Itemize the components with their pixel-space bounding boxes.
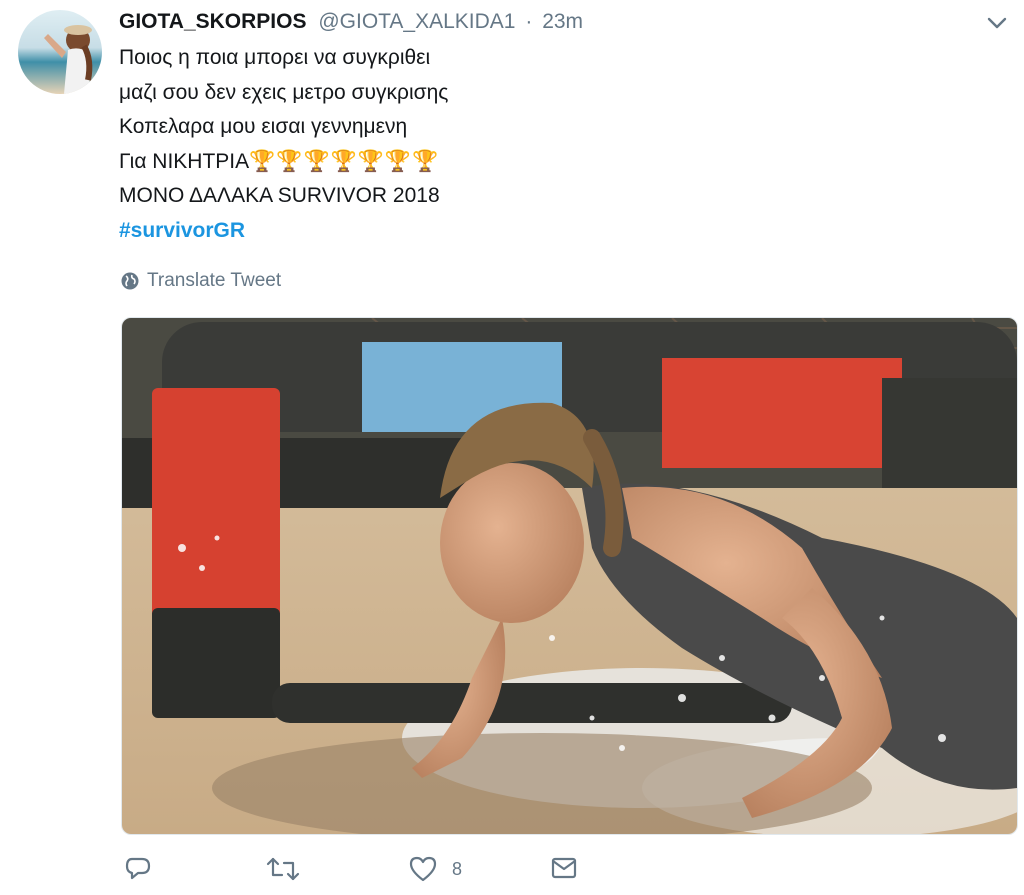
globe-icon bbox=[121, 272, 139, 290]
hashtag-link[interactable]: #survivorGR bbox=[119, 219, 245, 242]
author-name[interactable]: GIOTA_SKORPIOS bbox=[119, 10, 306, 33]
translate-tweet-button[interactable]: Translate Tweet bbox=[121, 270, 281, 292]
tweet-header: GIOTA_SKORPIOS @GIOTA_XALKIDA1 · 23m bbox=[119, 9, 964, 35]
tweet-line: μαζι σου δεν εχεις μετρο συγκρισης bbox=[119, 80, 449, 104]
reply-icon bbox=[125, 857, 151, 880]
tweet-line: Για ΝΙΚΗΤΡΙΑ bbox=[119, 149, 250, 173]
author-handle[interactable]: @GIOTA_XALKIDA1 bbox=[318, 10, 515, 33]
tweet-text: Ποιος η ποια μπορει να συγκριθει μαζι σο… bbox=[119, 41, 448, 248]
envelope-icon bbox=[551, 857, 577, 879]
direct-message-button[interactable] bbox=[550, 855, 578, 881]
reply-button[interactable] bbox=[124, 855, 152, 883]
separator: · bbox=[525, 10, 533, 33]
retweet-icon bbox=[266, 857, 300, 881]
tweet-line: Ποιος η ποια μπορει να συγκριθει bbox=[119, 46, 431, 69]
avatar[interactable] bbox=[18, 10, 102, 94]
like-button[interactable]: 8 bbox=[408, 855, 462, 883]
translate-label: Translate Tweet bbox=[147, 270, 282, 291]
trophy-emojis: 🏆🏆🏆🏆🏆🏆🏆 bbox=[249, 149, 440, 173]
tweet-line: Κοπελαρα μου εισαι γεννημενη bbox=[119, 115, 408, 138]
timestamp[interactable]: 23m bbox=[542, 10, 583, 33]
tweet-line: ΜΟΝΟ ΔΑΛΑΚΑ SURVIVOR 2018 bbox=[119, 184, 440, 207]
heart-icon bbox=[409, 856, 437, 882]
tweet-photo[interactable] bbox=[121, 317, 1018, 835]
like-count: 8 bbox=[452, 858, 463, 879]
chevron-down-icon[interactable] bbox=[984, 10, 1010, 36]
retweet-button[interactable] bbox=[266, 855, 300, 883]
tweet-line-with-trophies: Για ΝΙΚΗΤΡΙΑ🏆🏆🏆🏆🏆🏆🏆 bbox=[119, 145, 448, 180]
